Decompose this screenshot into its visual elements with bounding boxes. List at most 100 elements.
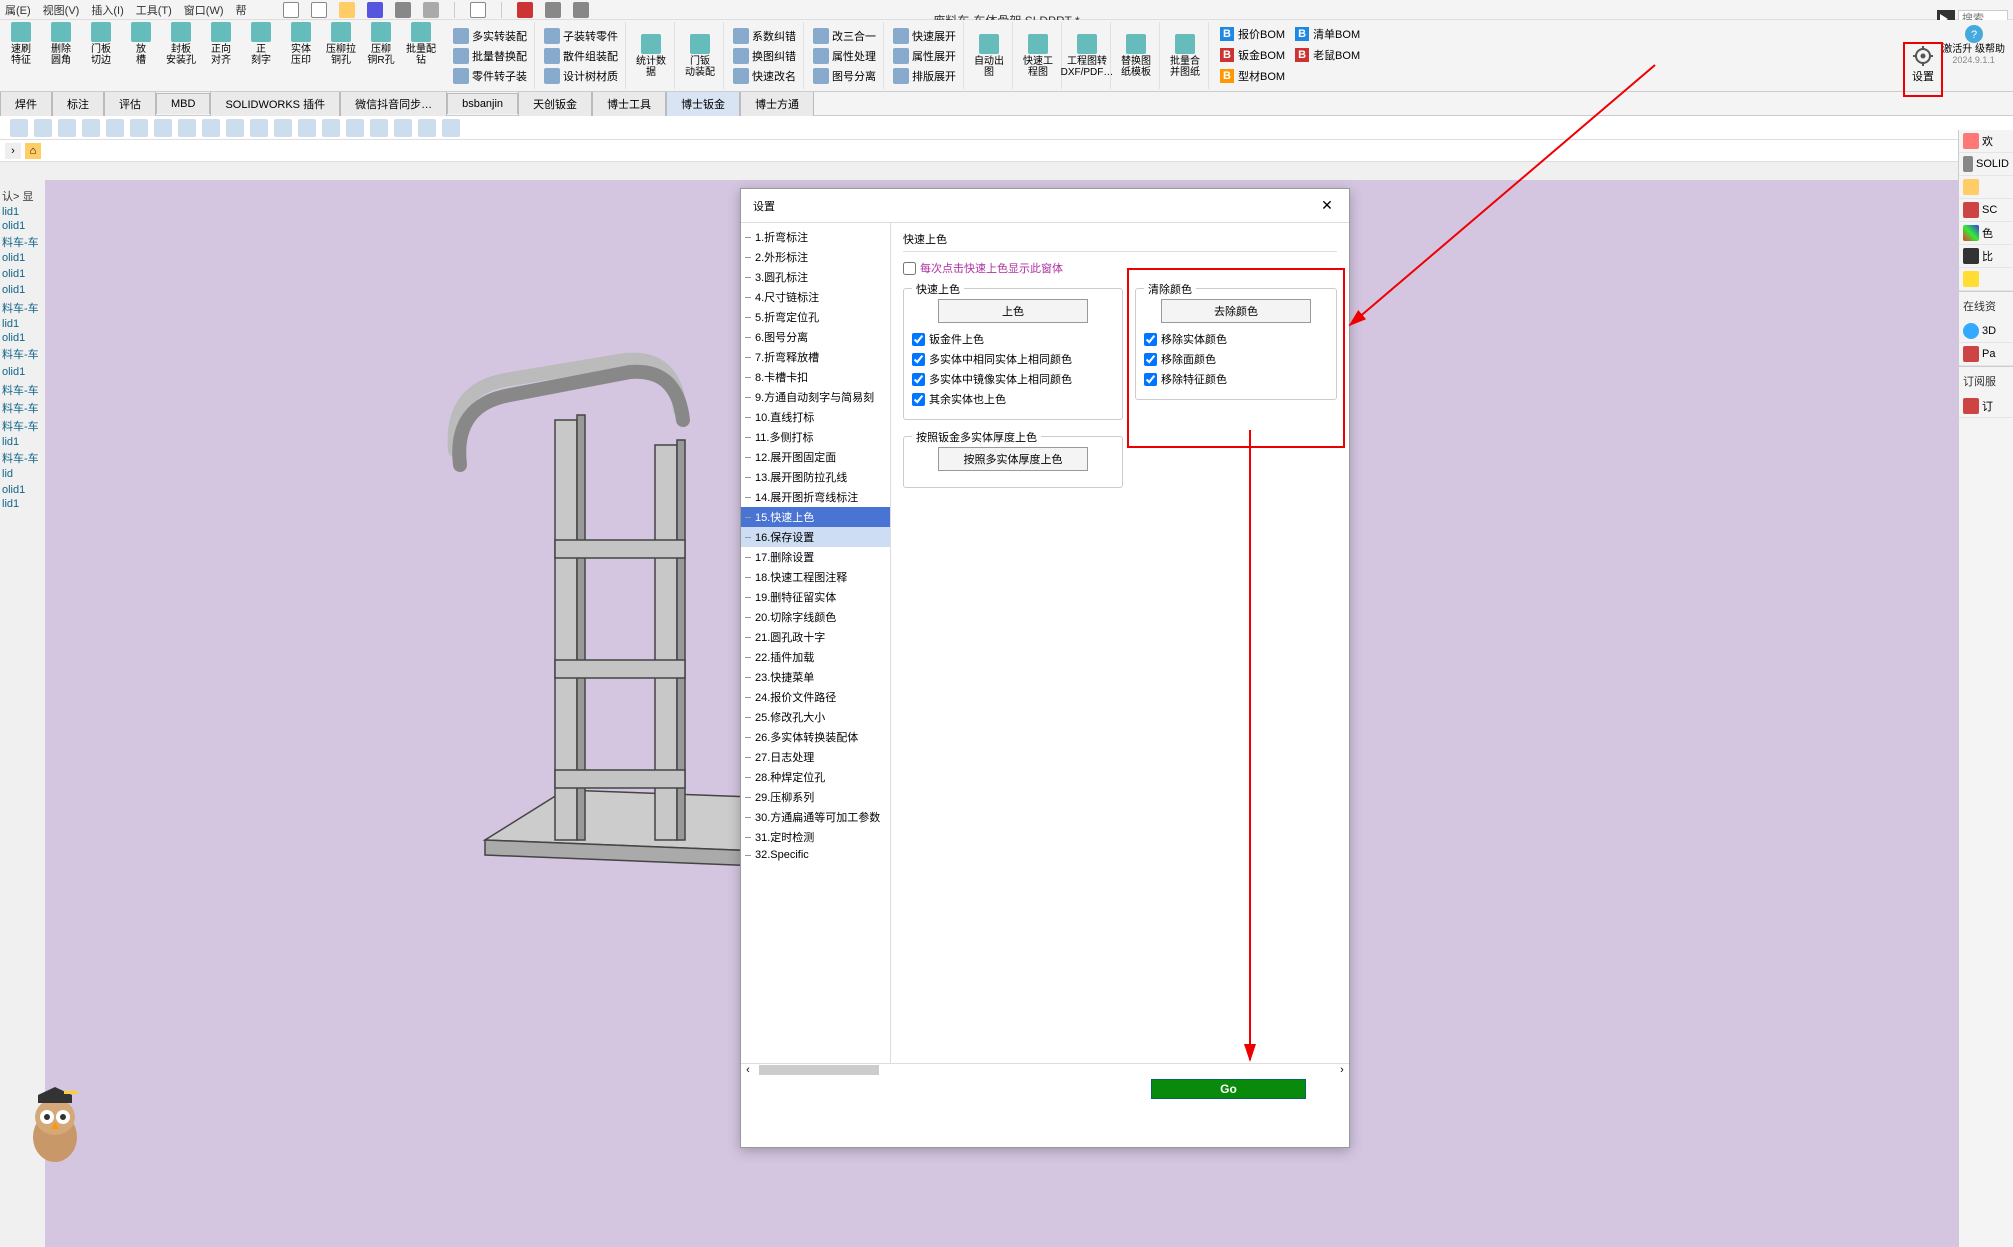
show-window-checkbox[interactable]: [903, 262, 916, 275]
help-icon[interactable]: ?: [1964, 24, 1984, 44]
ribbon-button[interactable]: 统计数据: [632, 34, 670, 78]
settings-tree-item[interactable]: 9.方通自动刻字与简易刻: [741, 387, 890, 407]
scroll-left-icon[interactable]: ‹: [741, 1064, 755, 1075]
settings-tree-item[interactable]: 24.报价文件路径: [741, 687, 890, 707]
ribbon-small-button[interactable]: 设计树材质: [541, 66, 621, 86]
settings-tree-item[interactable]: 21.圆孔政十字: [741, 627, 890, 647]
settings-tree-item[interactable]: 1.折弯标注: [741, 227, 890, 247]
rebuild-icon[interactable]: [517, 2, 533, 18]
command-tab[interactable]: MBD: [156, 93, 210, 114]
ribbon-button[interactable]: 工程图转DXF/PDF…: [1068, 34, 1106, 78]
bom-button[interactable]: B钣金BOM: [1220, 45, 1285, 65]
settings-tree-item[interactable]: 15.快速上色: [741, 507, 890, 527]
settings-tree-item[interactable]: 32.Specific: [741, 847, 890, 863]
command-tab[interactable]: 博士钣金: [666, 91, 740, 116]
feature-tree-item[interactable]: 料车-车: [0, 417, 45, 435]
remove-color-button[interactable]: 去除颜色: [1161, 299, 1311, 323]
feature-tree-item[interactable]: olid1: [0, 365, 45, 379]
settings-tree-item[interactable]: 25.修改孔大小: [741, 707, 890, 727]
ribbon-small-button[interactable]: 快速展开: [890, 26, 959, 46]
option-checkbox[interactable]: 多实体中相同实体上相同颜色: [912, 351, 1114, 367]
ribbon-button[interactable]: 批量配钻: [402, 22, 440, 89]
bom-button[interactable]: B老鼠BOM: [1295, 45, 1360, 65]
settings-tree-item[interactable]: 20.切除字线颜色: [741, 607, 890, 627]
sc-pane-icon[interactable]: [1963, 202, 1979, 218]
settings-tree-item[interactable]: 22.插件加载: [741, 647, 890, 667]
checkbox-input[interactable]: [912, 333, 925, 346]
menu-item[interactable]: 工具(T): [136, 2, 172, 18]
settings-tree-item[interactable]: 27.日志处理: [741, 747, 890, 767]
settings-tree-item[interactable]: 13.展开图防拉孔线: [741, 467, 890, 487]
settings-tree-item[interactable]: 29.压柳系列: [741, 787, 890, 807]
display-style-icon[interactable]: [130, 119, 148, 137]
ribbon-button[interactable]: 批量合并图纸: [1166, 34, 1204, 78]
settings-tree-item[interactable]: 10.直线打标: [741, 407, 890, 427]
ribbon-small-button[interactable]: 属性处理: [810, 46, 879, 66]
hud-icon[interactable]: [370, 119, 388, 137]
ribbon-button[interactable]: 实体压印: [282, 22, 320, 89]
command-tab[interactable]: 标注: [52, 91, 104, 116]
hud-icon[interactable]: [442, 119, 460, 137]
ribbon-button[interactable]: 压柳铜R孔: [362, 22, 400, 89]
section-view-icon[interactable]: [82, 119, 100, 137]
feature-tree-item[interactable]: lid: [0, 467, 45, 481]
ribbon-small-button[interactable]: 零件转子装: [450, 66, 530, 86]
checkbox-input[interactable]: [1144, 373, 1157, 386]
feature-tree[interactable]: lid1olid1料车-车olid1olid1olid1料车-车lid1olid…: [0, 205, 45, 511]
option-checkbox[interactable]: 多实体中镜像实体上相同颜色: [912, 371, 1114, 387]
apply-color-button[interactable]: 上色: [938, 299, 1088, 323]
settings-tree-item[interactable]: 23.快捷菜单: [741, 667, 890, 687]
new-icon[interactable]: [311, 2, 327, 18]
settings-tree-item[interactable]: 8.卡槽卡扣: [741, 367, 890, 387]
option-checkbox[interactable]: 其余实体也上色: [912, 391, 1114, 407]
settings-tree-item[interactable]: 19.删特征留实体: [741, 587, 890, 607]
flag-pane-icon[interactable]: [1963, 271, 1979, 287]
zoom-fit-icon[interactable]: [10, 119, 28, 137]
ribbon-small-button[interactable]: 快速改名: [730, 66, 799, 86]
settings-tree-item[interactable]: 5.折弯定位孔: [741, 307, 890, 327]
go-button[interactable]: Go: [1151, 1079, 1306, 1099]
hud-icon[interactable]: [250, 119, 268, 137]
ribbon-button[interactable]: 正向对齐: [202, 22, 240, 89]
compare-pane-icon[interactable]: [1963, 248, 1979, 264]
command-tab[interactable]: bsbanjin: [447, 93, 518, 114]
ribbon-small-button[interactable]: 系数纠错: [730, 26, 799, 46]
command-tab[interactable]: SOLIDWORKS 插件: [210, 91, 340, 116]
feature-tree-item[interactable]: 料车-车: [0, 399, 45, 417]
scroll-right-icon[interactable]: ›: [1335, 1064, 1349, 1075]
checkbox-input[interactable]: [1144, 333, 1157, 346]
scroll-thumb[interactable]: [759, 1065, 879, 1075]
feature-tree-item[interactable]: olid1: [0, 219, 45, 233]
save-icon[interactable]: [367, 2, 383, 18]
home-pane-icon[interactable]: [1963, 133, 1979, 149]
menu-item[interactable]: 属(E): [5, 2, 31, 18]
feature-tree-item[interactable]: lid1: [0, 317, 45, 331]
chevron-right-icon[interactable]: ›: [5, 143, 21, 159]
command-tab[interactable]: 博士方通: [740, 91, 814, 116]
settings-tree-item[interactable]: 28.种焊定位孔: [741, 767, 890, 787]
home-icon[interactable]: [283, 2, 299, 18]
print-icon[interactable]: [395, 2, 411, 18]
feature-tree-item[interactable]: olid1: [0, 251, 45, 265]
settings-tree-item[interactable]: 6.图号分离: [741, 327, 890, 347]
ribbon-small-button[interactable]: 改三合一: [810, 26, 879, 46]
ribbon-button[interactable]: 删除圆角: [42, 22, 80, 89]
ribbon-small-button[interactable]: 属性展开: [890, 46, 959, 66]
community-icon[interactable]: [1963, 346, 1979, 362]
gear-small-icon[interactable]: [573, 2, 589, 18]
globe-icon[interactable]: [1963, 323, 1979, 339]
menu-item[interactable]: 视图(V): [43, 2, 80, 18]
prev-view-icon[interactable]: [58, 119, 76, 137]
feature-tree-item[interactable]: lid1: [0, 435, 45, 449]
ribbon-button[interactable]: 压柳拉铜孔: [322, 22, 360, 89]
option-checkbox[interactable]: 移除特征颜色: [1144, 371, 1328, 387]
ribbon-button[interactable]: 正刻字: [242, 22, 280, 89]
feature-tree-item[interactable]: olid1: [0, 283, 45, 297]
feature-tree-item[interactable]: olid1: [0, 267, 45, 281]
close-button[interactable]: ✕: [1317, 196, 1337, 216]
command-tab[interactable]: 焊件: [0, 91, 52, 116]
menu-item[interactable]: 帮: [236, 2, 247, 18]
edit-appearance-icon[interactable]: [178, 119, 196, 137]
ribbon-small-button[interactable]: 多实转装配: [450, 26, 530, 46]
feature-tree-item[interactable]: lid1: [0, 497, 45, 511]
